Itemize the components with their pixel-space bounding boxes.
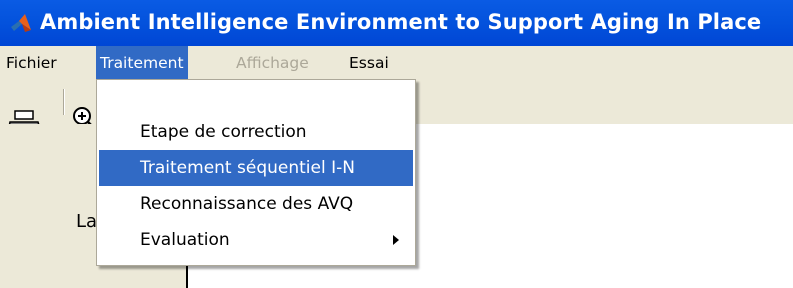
menu-bar: Fichier Traitement Affichage Essai [0,46,793,80]
toolbar-separator [63,89,65,115]
matlab-logo-icon [11,14,31,32]
menu-item-reconnaissance-avq[interactable]: Reconnaissance des AVQ [99,186,413,222]
menu-fichier[interactable]: Fichier [2,46,61,80]
menu-item-label: Etape de correction [140,122,307,142]
menu-item-traitement-sequentiel[interactable]: Traitement séquentiel I-N [99,150,413,186]
panel-label: La [76,211,98,232]
submenu-arrow-icon [393,235,399,245]
menu-item-etape-correction[interactable]: Etape de correction [99,114,413,150]
window-title: Ambient Intelligence Environment to Supp… [40,10,762,34]
menu-traitement[interactable]: Traitement [96,46,188,80]
menu-item-label: Reconnaissance des AVQ [140,194,354,214]
title-bar[interactable]: Ambient Intelligence Environment to Supp… [0,0,793,46]
menu-item-label: Traitement séquentiel I-N [140,158,355,178]
menu-item-label: Evaluation [140,230,230,250]
menu-affichage[interactable]: Affichage [232,46,313,80]
menu-item-evaluation[interactable]: Evaluation [99,222,413,258]
traitement-dropdown-menu: Etape de correction Traitement séquentie… [96,79,416,266]
menu-essai[interactable]: Essai [345,46,393,80]
